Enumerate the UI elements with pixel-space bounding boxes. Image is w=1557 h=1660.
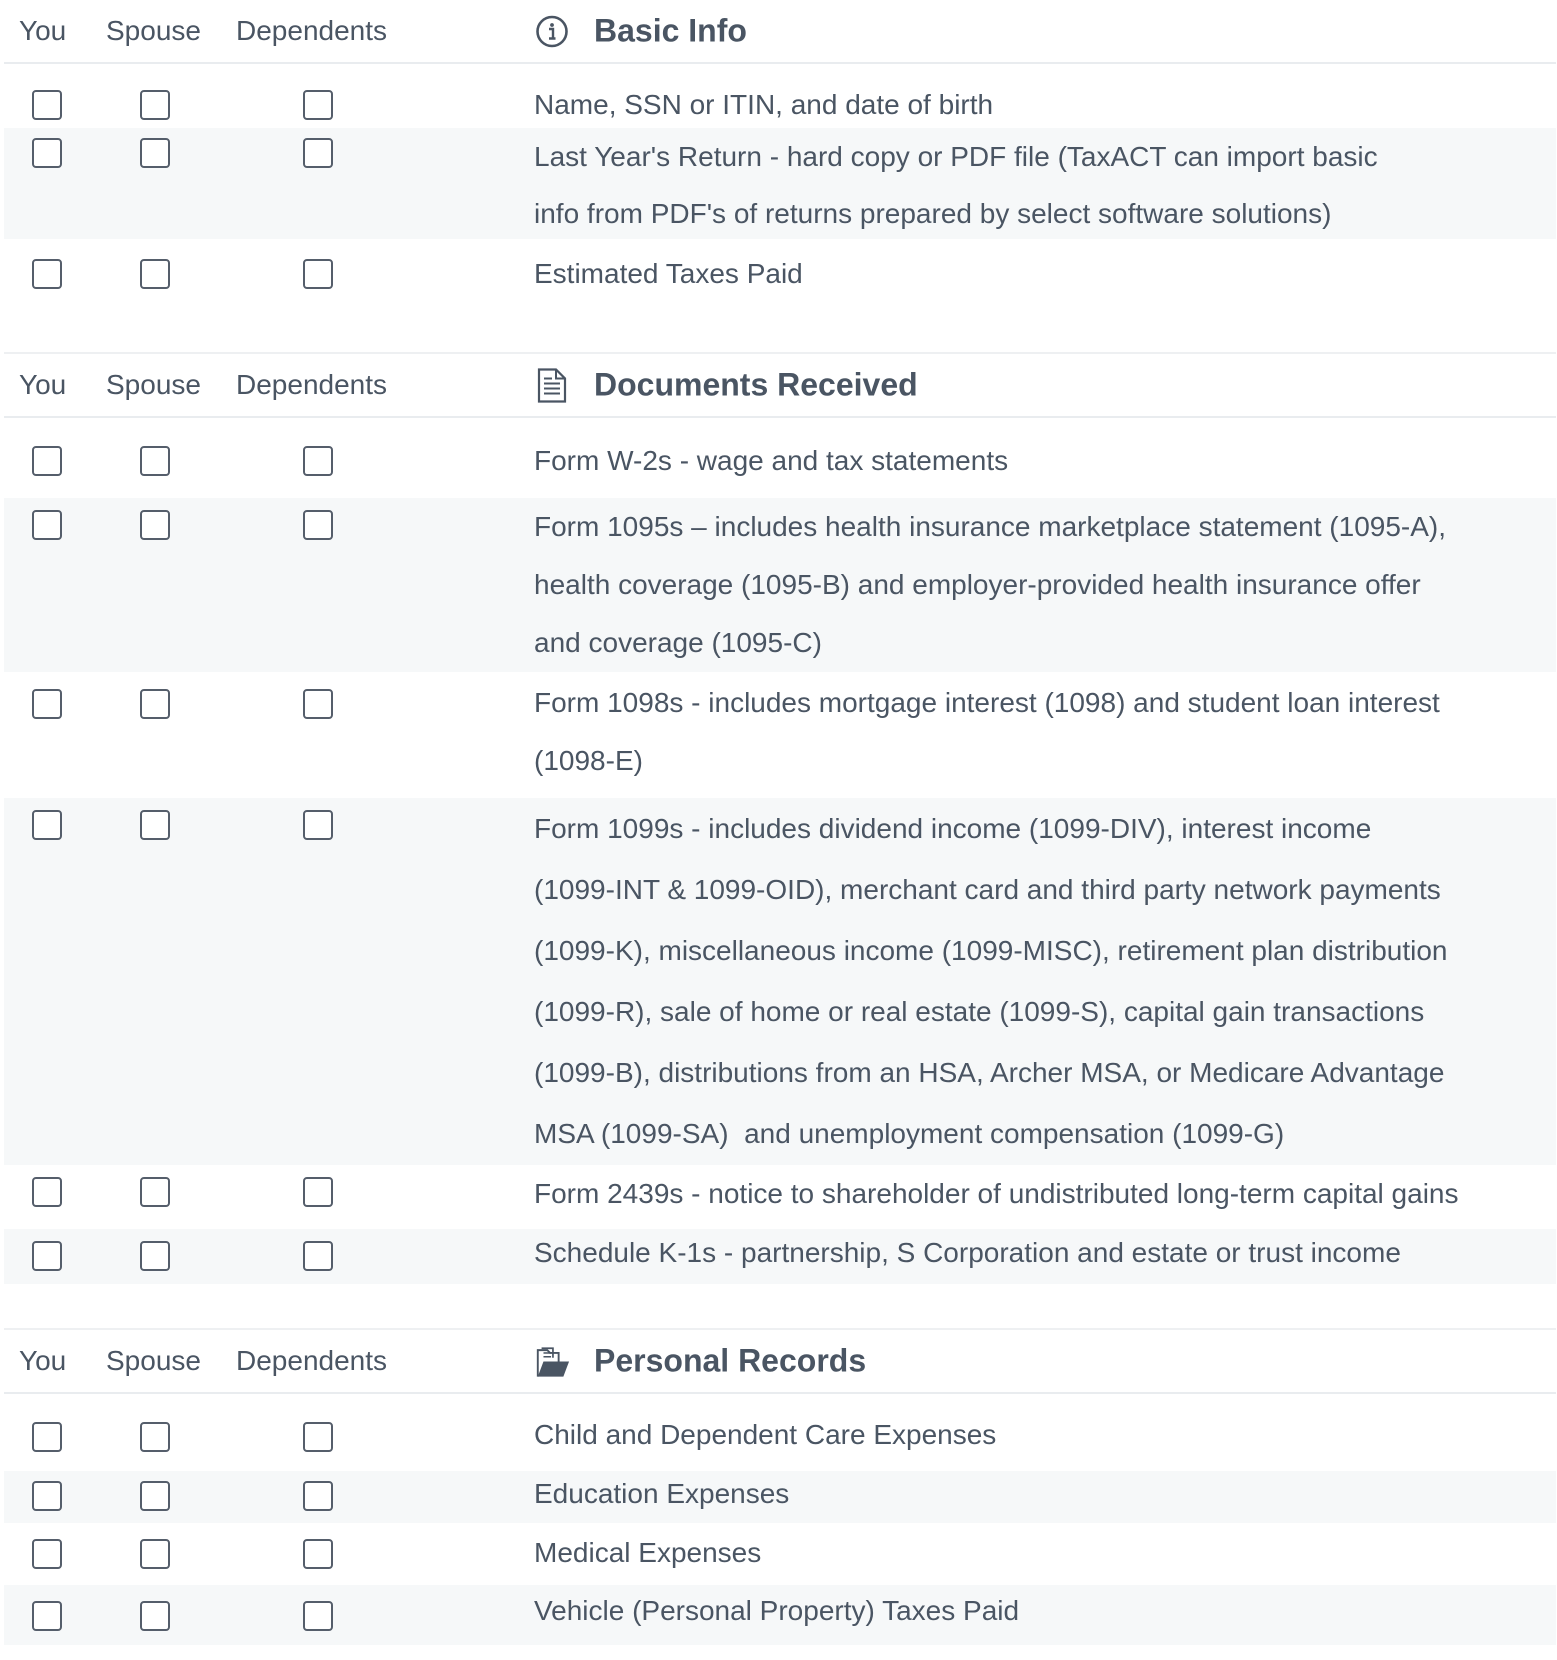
checkbox-spouse[interactable]: [140, 138, 170, 168]
checkbox-dependents[interactable]: [303, 1481, 333, 1511]
checkbox-you[interactable]: [32, 90, 62, 120]
checklist-row: Education Expenses: [4, 1471, 1556, 1523]
checkbox-spouse[interactable]: [140, 1177, 170, 1207]
checkbox-spouse[interactable]: [140, 1422, 170, 1452]
checkbox-spouse[interactable]: [140, 1241, 170, 1271]
checklist-row: Medical Expenses: [4, 1523, 1556, 1585]
checklist-row: Form W-2s - wage and tax statements: [4, 418, 1556, 498]
section-title-wrap: Documents Received: [534, 367, 918, 404]
checkbox-dependents[interactable]: [303, 1422, 333, 1452]
item-text: Form W-2s - wage and tax statements: [534, 445, 1009, 476]
checklist-row: Form 1095s – includes health insurance m…: [4, 498, 1556, 672]
checkbox-spouse[interactable]: [140, 689, 170, 719]
section-title: Personal Records: [594, 1342, 867, 1379]
column-label-spouse: Spouse: [106, 15, 201, 46]
checkbox-dependents[interactable]: [303, 810, 333, 840]
item-text: Form 2439s - notice to shareholder of un…: [534, 1178, 1459, 1209]
item-text: Form 1098s - includes mortgage interest …: [534, 687, 1440, 776]
column-label-dependents: Dependents: [236, 15, 388, 46]
checkbox-dependents[interactable]: [303, 1241, 333, 1271]
checkbox-you[interactable]: [32, 810, 62, 840]
column-label-you: You: [19, 369, 67, 400]
checklist-row: Name, SSN or ITIN, and date of birth: [4, 64, 1556, 128]
document-icon: [534, 367, 570, 403]
checkbox-spouse[interactable]: [140, 446, 170, 476]
column-label-dependents: Dependents: [236, 369, 388, 400]
item-text: Medical Expenses: [534, 1537, 762, 1568]
checklist-row: Estimated Taxes Paid: [4, 239, 1556, 308]
section-basic-info: You Spouse Dependents Basic Info Name, S…: [4, 0, 1556, 308]
section-personal-records: You Spouse Dependents Personal Records C…: [4, 1330, 1556, 1645]
item-text: Form 1099s - includes dividend income (1…: [534, 813, 1448, 1149]
info-circle-icon: [534, 13, 570, 49]
checkbox-dependents[interactable]: [303, 510, 333, 540]
checkbox-dependents[interactable]: [303, 446, 333, 476]
checkbox-you[interactable]: [32, 1539, 62, 1569]
tax-checklist: You Spouse Dependents Basic Info Name, S…: [4, 0, 1556, 1645]
item-text: Schedule K-1s - partnership, S Corporati…: [534, 1237, 1401, 1268]
item-text: Last Year's Return - hard copy or PDF fi…: [534, 141, 1378, 229]
checkbox-you[interactable]: [32, 1422, 62, 1452]
checkbox-you[interactable]: [32, 259, 62, 289]
checklist-row: Vehicle (Personal Property) Taxes Paid: [4, 1585, 1556, 1645]
checkbox-spouse[interactable]: [140, 1601, 170, 1631]
checkbox-you[interactable]: [32, 689, 62, 719]
checkbox-spouse[interactable]: [140, 1481, 170, 1511]
column-label-you: You: [19, 1345, 67, 1376]
section-title-wrap: Basic Info: [534, 13, 747, 50]
checkbox-you[interactable]: [32, 138, 62, 168]
checkbox-you[interactable]: [32, 510, 62, 540]
column-label-spouse: Spouse: [106, 1345, 201, 1376]
checkbox-you[interactable]: [32, 1241, 62, 1271]
checkbox-dependents[interactable]: [303, 259, 333, 289]
checkbox-you[interactable]: [32, 1481, 62, 1511]
column-label-spouse: Spouse: [106, 369, 201, 400]
column-label-you: You: [19, 15, 67, 46]
section-title: Basic Info: [594, 12, 747, 49]
checkbox-dependents[interactable]: [303, 1539, 333, 1569]
item-text: Education Expenses: [534, 1478, 790, 1509]
checkbox-dependents[interactable]: [303, 1601, 333, 1631]
item-text: Vehicle (Personal Property) Taxes Paid: [534, 1595, 1020, 1626]
checklist-row: Schedule K-1s - partnership, S Corporati…: [4, 1229, 1556, 1284]
checkbox-you[interactable]: [32, 1177, 62, 1207]
section-documents-received: You Spouse Dependents Documents Received: [4, 354, 1556, 1284]
checkbox-spouse[interactable]: [140, 90, 170, 120]
checklist-row: Form 1099s - includes dividend income (1…: [4, 798, 1556, 1165]
checkbox-dependents[interactable]: [303, 138, 333, 168]
section-header: You Spouse Dependents Basic Info: [4, 0, 1556, 64]
checkbox-dependents[interactable]: [303, 1177, 333, 1207]
checklist-row: Form 1098s - includes mortgage interest …: [4, 672, 1556, 798]
section-header: You Spouse Dependents Documents Received: [4, 354, 1556, 418]
checkbox-you[interactable]: [32, 1601, 62, 1631]
checkbox-spouse[interactable]: [140, 510, 170, 540]
checklist-row: Last Year's Return - hard copy or PDF fi…: [4, 128, 1556, 239]
section-header: You Spouse Dependents Personal Records: [4, 1330, 1556, 1394]
checkbox-spouse[interactable]: [140, 1539, 170, 1569]
checklist-row: Child and Dependent Care Expenses: [4, 1394, 1556, 1471]
checkbox-dependents[interactable]: [303, 689, 333, 719]
column-label-dependents: Dependents: [236, 1345, 388, 1376]
checkbox-dependents[interactable]: [303, 90, 333, 120]
checkbox-spouse[interactable]: [140, 810, 170, 840]
item-text: Child and Dependent Care Expenses: [534, 1419, 997, 1450]
section-title-wrap: Personal Records: [534, 1343, 866, 1380]
item-text: Form 1095s – includes health insurance m…: [534, 511, 1447, 658]
item-text: Estimated Taxes Paid: [534, 258, 803, 289]
checkbox-you[interactable]: [32, 446, 62, 476]
open-folder-icon: [534, 1343, 570, 1379]
item-text: Name, SSN or ITIN, and date of birth: [534, 89, 994, 120]
checklist-row: Form 2439s - notice to shareholder of un…: [4, 1165, 1556, 1229]
section-title: Documents Received: [594, 366, 918, 403]
checkbox-spouse[interactable]: [140, 259, 170, 289]
